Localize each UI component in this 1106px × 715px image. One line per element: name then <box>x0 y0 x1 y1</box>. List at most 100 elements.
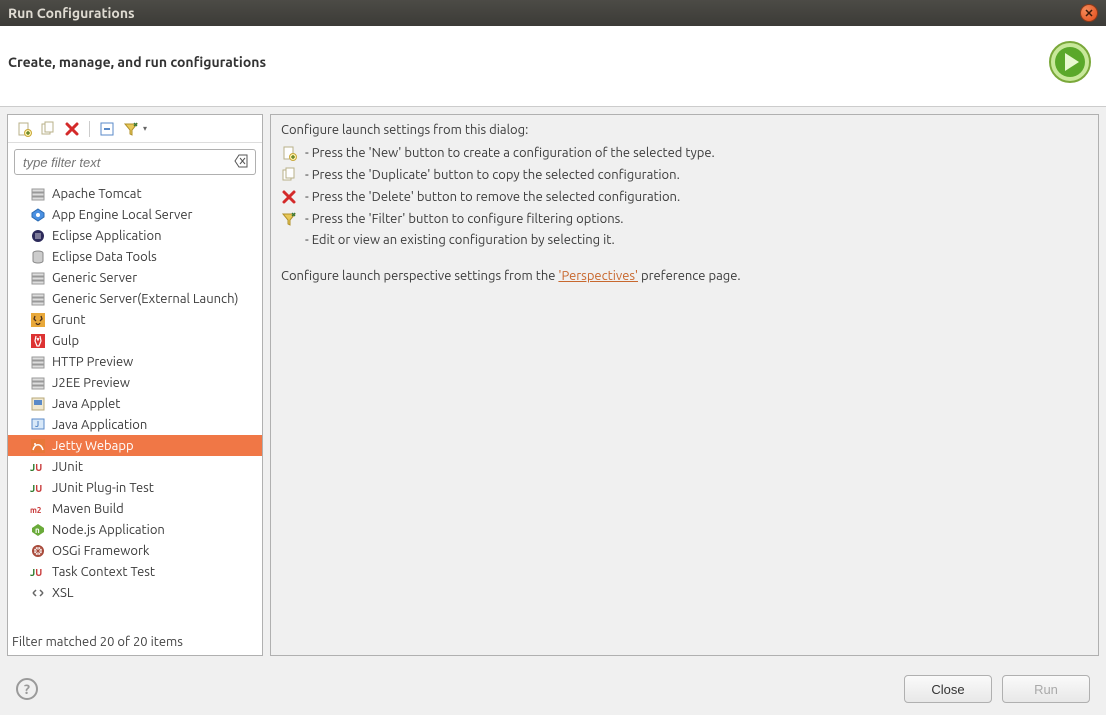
duplicate-icon <box>281 167 297 183</box>
perspectives-link[interactable]: 'Perspectives' <box>558 269 638 283</box>
appengine-icon <box>30 207 46 223</box>
perspective-line: Configure launch perspective settings fr… <box>281 269 1088 283</box>
genserver-icon <box>30 354 46 370</box>
clear-filter-icon[interactable] <box>234 153 250 169</box>
tree-item-label: JUnit <box>52 460 83 474</box>
tree-item-label: Task Context Test <box>52 565 155 579</box>
tree-item-label: Generic Server <box>52 271 137 285</box>
tree-item[interactable]: Apache Tomcat <box>8 183 262 204</box>
tree-item-label: Grunt <box>52 313 86 327</box>
tomcat-icon <box>30 186 46 202</box>
tree-item[interactable]: Grunt <box>8 309 262 330</box>
dialog-footer: ? Close Run <box>0 663 1106 715</box>
toolbar-separator <box>89 121 90 137</box>
close-icon[interactable] <box>1080 4 1098 22</box>
instruction-edit: - Edit or view an existing configuration… <box>305 233 615 247</box>
duplicate-config-button[interactable] <box>38 119 58 139</box>
perspective-post: preference page. <box>638 269 741 283</box>
tree-item[interactable]: Java Application <box>8 414 262 435</box>
tree-item-label: OSGi Framework <box>52 544 149 558</box>
javaapp-icon <box>30 417 46 433</box>
tree-item[interactable]: Task Context Test <box>8 561 262 582</box>
tree-item[interactable]: Generic Server <box>8 267 262 288</box>
tree-item[interactable]: Jetty Webapp <box>8 435 262 456</box>
titlebar: Run Configurations <box>0 0 1106 26</box>
tree-item[interactable]: Maven Build <box>8 498 262 519</box>
instruction-duplicate: - Press the 'Duplicate' button to copy t… <box>305 168 680 182</box>
grunt-icon <box>30 312 46 328</box>
window-title: Run Configurations <box>8 5 135 21</box>
instructions-pane: Configure launch settings from this dial… <box>270 114 1099 656</box>
tree-item[interactable]: Java Applet <box>8 393 262 414</box>
help-button[interactable]: ? <box>16 678 38 700</box>
instruction-filter: - Press the 'Filter' button to configure… <box>305 212 623 226</box>
xsl-icon <box>30 585 46 601</box>
eclipse-icon <box>30 228 46 244</box>
tree-item[interactable]: App Engine Local Server <box>8 204 262 225</box>
tree-item-label: Java Application <box>52 418 147 432</box>
dialog-header: Create, manage, and run configurations <box>0 26 1106 107</box>
page-title: Create, manage, and run configurations <box>8 54 266 70</box>
tree-item[interactable]: XSL <box>8 582 262 603</box>
applet-icon <box>30 396 46 412</box>
tree-item-label: Generic Server(External Launch) <box>52 292 238 306</box>
osgi-icon <box>30 543 46 559</box>
tree-item[interactable]: Gulp <box>8 330 262 351</box>
filter-row <box>8 143 262 181</box>
tree-toolbar: ▾ <box>8 115 262 143</box>
delete-config-button[interactable] <box>62 119 82 139</box>
tree-item-label: Maven Build <box>52 502 124 516</box>
genserver-icon <box>30 375 46 391</box>
tree-item-label: J2EE Preview <box>52 376 130 390</box>
tree-item-label: XSL <box>52 586 73 600</box>
config-tree[interactable]: Apache Tomcat App Engine Local Server Ecli… <box>8 181 262 631</box>
genserver-icon <box>30 270 46 286</box>
tree-item-label: JUnit Plug-in Test <box>52 481 154 495</box>
node-icon <box>30 522 46 538</box>
maven-icon <box>30 501 46 517</box>
tree-item[interactable]: Eclipse Data Tools <box>8 246 262 267</box>
junit-icon <box>30 459 46 475</box>
datatools-icon <box>30 249 46 265</box>
new-icon <box>281 145 297 161</box>
close-button[interactable]: Close <box>904 675 992 703</box>
tree-item[interactable]: HTTP Preview <box>8 351 262 372</box>
gulp-icon <box>30 333 46 349</box>
filter-status: Filter matched 20 of 20 items <box>8 631 262 655</box>
new-config-button[interactable] <box>14 119 34 139</box>
junit-icon <box>30 480 46 496</box>
tree-item-label: App Engine Local Server <box>52 208 192 222</box>
tree-item[interactable]: OSGi Framework <box>8 540 262 561</box>
tree-item-label: Eclipse Application <box>52 229 162 243</box>
filter-icon <box>281 211 297 227</box>
tree-item-label: HTTP Preview <box>52 355 133 369</box>
tree-item[interactable]: Eclipse Application <box>8 225 262 246</box>
tree-item[interactable]: Generic Server(External Launch) <box>8 288 262 309</box>
instruction-delete: - Press the 'Delete' button to remove th… <box>305 190 680 204</box>
tree-item-label: Eclipse Data Tools <box>52 250 157 264</box>
perspective-pre: Configure launch perspective settings fr… <box>281 269 558 283</box>
tree-item-label: Java Applet <box>52 397 120 411</box>
tree-item[interactable]: J2EE Preview <box>8 372 262 393</box>
instructions-heading: Configure launch settings from this dial… <box>281 123 1088 137</box>
tree-item-label: Gulp <box>52 334 79 348</box>
tree-item[interactable]: JUnit Plug-in Test <box>8 477 262 498</box>
filter-button[interactable] <box>121 119 141 139</box>
main-area: ▾ Apache Tomcat App Engine Local Server Ec… <box>0 107 1106 663</box>
filter-dropdown-arrow[interactable]: ▾ <box>143 124 147 133</box>
run-button[interactable]: Run <box>1002 675 1090 703</box>
tree-item[interactable]: Node.js Application <box>8 519 262 540</box>
tree-item-label: Node.js Application <box>52 523 165 537</box>
tree-item-label: Apache Tomcat <box>52 187 142 201</box>
filter-input[interactable] <box>14 149 256 175</box>
tree-item-label: Jetty Webapp <box>52 439 134 453</box>
collapse-all-button[interactable] <box>97 119 117 139</box>
delete-icon <box>281 189 297 205</box>
genserver-icon <box>30 291 46 307</box>
junit-icon <box>30 564 46 580</box>
jetty-icon <box>30 438 46 454</box>
config-tree-pane: ▾ Apache Tomcat App Engine Local Server Ec… <box>7 114 263 656</box>
run-icon <box>1048 40 1092 84</box>
instruction-new: - Press the 'New' button to create a con… <box>305 146 715 160</box>
tree-item[interactable]: JUnit <box>8 456 262 477</box>
